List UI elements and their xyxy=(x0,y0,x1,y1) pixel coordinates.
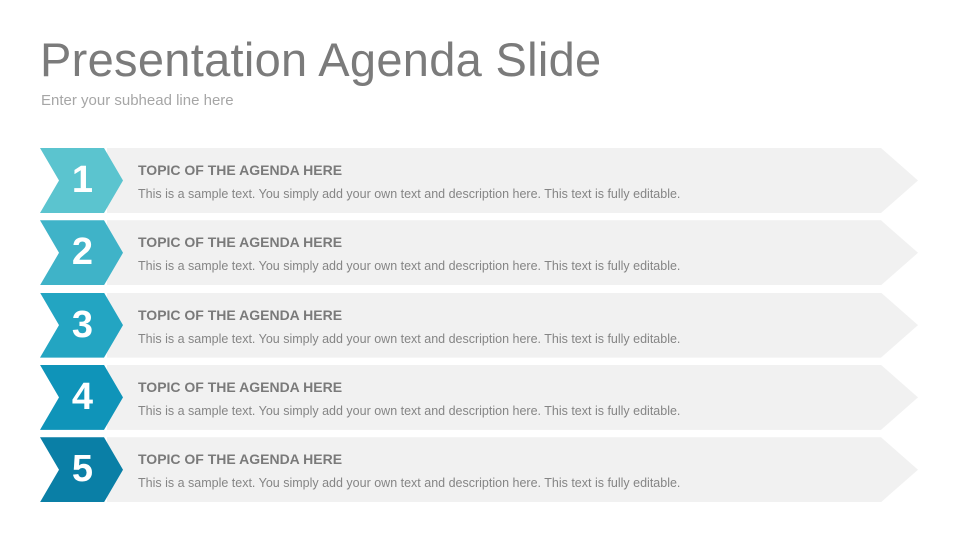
agenda-item-description: This is a sample text. You simply add yo… xyxy=(138,187,681,201)
agenda-list: 1 TOPIC OF THE AGENDA HERE This is a sam… xyxy=(40,148,920,509)
agenda-item-5: 5 TOPIC OF THE AGENDA HERE This is a sam… xyxy=(40,437,920,503)
agenda-item-bar xyxy=(107,292,918,358)
agenda-item-description: This is a sample text. You simply add yo… xyxy=(138,331,681,346)
agenda-item-title: TOPIC OF THE AGENDA HERE xyxy=(138,234,343,251)
agenda-item-2: 2 TOPIC OF THE AGENDA HERE This is a sam… xyxy=(40,220,920,286)
agenda-item-1: 1 TOPIC OF THE AGENDA HERE This is a sam… xyxy=(40,148,920,213)
agenda-number: 5 xyxy=(71,448,94,491)
agenda-item-title: TOPIC OF THE AGENDA HERE xyxy=(138,451,343,468)
agenda-item-bar xyxy=(107,148,918,213)
agenda-item-title: TOPIC OF THE AGENDA HERE xyxy=(138,162,343,178)
agenda-item-bar xyxy=(107,220,918,286)
agenda-item-3: 3 TOPIC OF THE AGENDA HERE This is a sam… xyxy=(40,292,920,358)
agenda-item-title: TOPIC OF THE AGENDA HERE xyxy=(138,378,343,395)
agenda-number: 4 xyxy=(71,375,94,418)
agenda-item-bar xyxy=(107,364,918,430)
slide-subtitle: Enter your subhead line here xyxy=(41,92,234,109)
agenda-item-description: This is a sample text. You simply add yo… xyxy=(138,403,681,418)
agenda-item-description: This is a sample text. You simply add yo… xyxy=(138,476,681,491)
agenda-item-description: This is a sample text. You simply add yo… xyxy=(138,259,681,274)
agenda-number: 2 xyxy=(71,231,94,274)
agenda-item-4: 4 TOPIC OF THE AGENDA HERE This is a sam… xyxy=(40,364,920,430)
agenda-number: 1 xyxy=(71,159,94,201)
slide-title: Presentation Agenda Slide xyxy=(40,33,602,86)
agenda-item-bar xyxy=(107,437,918,503)
agenda-number: 3 xyxy=(71,303,94,346)
agenda-item-title: TOPIC OF THE AGENDA HERE xyxy=(138,306,343,323)
